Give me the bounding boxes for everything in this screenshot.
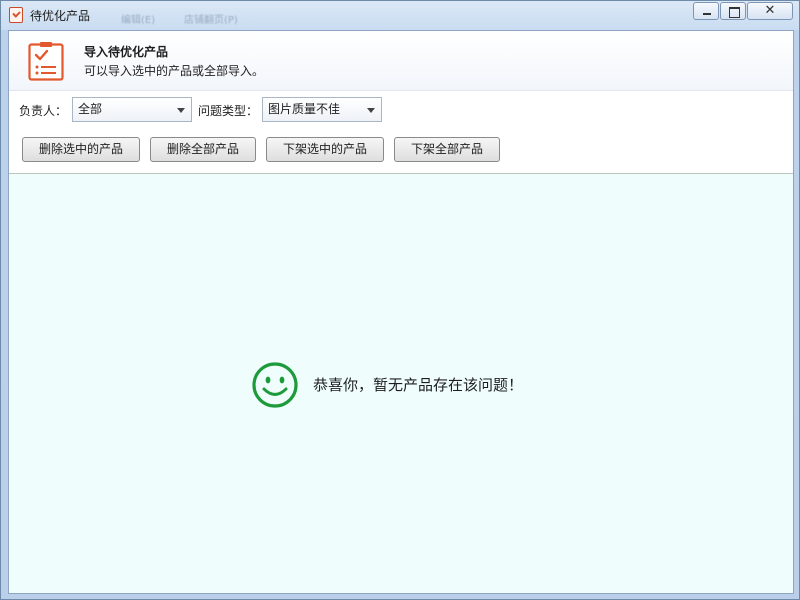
unlist-selected-button[interactable]: 下架选中的产品 bbox=[266, 137, 384, 162]
issue-type-select-value: 图片质量不佳 bbox=[268, 102, 341, 116]
smiley-icon bbox=[252, 362, 298, 408]
ghost-tab-shop: 店铺翻页(P) bbox=[184, 15, 238, 26]
minimize-icon bbox=[694, 3, 718, 19]
delete-selected-button[interactable]: 删除选中的产品 bbox=[22, 137, 140, 162]
filter-row: 负责人： 全部 问题类型： 图片质量不佳 bbox=[9, 93, 793, 127]
maximize-button[interactable] bbox=[720, 2, 746, 20]
owner-label: 负责人： bbox=[19, 104, 68, 118]
header-band: 导入待优化产品 可以导入选中的产品或全部导入。 bbox=[9, 31, 793, 91]
minimize-button[interactable] bbox=[693, 2, 719, 20]
window: 待优化产品 编辑(E) 店铺翻页(P) ✕ 导入待优化产品 可以导入选中的产品或… bbox=[0, 0, 800, 600]
ghost-tab-edit: 编辑(E) bbox=[121, 15, 156, 26]
client-area: 导入待优化产品 可以导入选中的产品或全部导入。 负责人： 全部 问题类型： 图片… bbox=[8, 30, 794, 594]
maximize-icon bbox=[721, 3, 745, 19]
action-bar: 删除选中的产品 删除全部产品 下架选中的产品 下架全部产品 bbox=[9, 135, 793, 163]
unlist-all-button[interactable]: 下架全部产品 bbox=[394, 137, 500, 162]
chevron-down-icon bbox=[367, 108, 375, 113]
title-bar[interactable]: 待优化产品 编辑(E) 店铺翻页(P) ✕ bbox=[1, 1, 799, 30]
owner-select[interactable]: 全部 bbox=[72, 97, 192, 122]
product-list-area: 恭喜你，暂无产品存在该问题！ bbox=[9, 173, 793, 593]
chevron-down-icon bbox=[177, 108, 185, 113]
issue-type-select[interactable]: 图片质量不佳 bbox=[262, 97, 382, 122]
window-controls: ✕ bbox=[692, 2, 793, 20]
header-title: 导入待优化产品 bbox=[84, 45, 169, 59]
issue-type-label: 问题类型： bbox=[198, 104, 259, 118]
checklist-icon bbox=[28, 42, 64, 81]
window-title: 待优化产品 bbox=[30, 9, 91, 23]
header-subtitle: 可以导入选中的产品或全部导入。 bbox=[84, 64, 265, 78]
close-button[interactable]: ✕ bbox=[747, 2, 793, 20]
app-icon bbox=[9, 7, 23, 23]
owner-select-value: 全部 bbox=[78, 102, 103, 116]
delete-all-button[interactable]: 删除全部产品 bbox=[150, 137, 256, 162]
close-icon: ✕ bbox=[764, 3, 776, 18]
empty-state-message: 恭喜你，暂无产品存在该问题！ bbox=[313, 376, 524, 394]
